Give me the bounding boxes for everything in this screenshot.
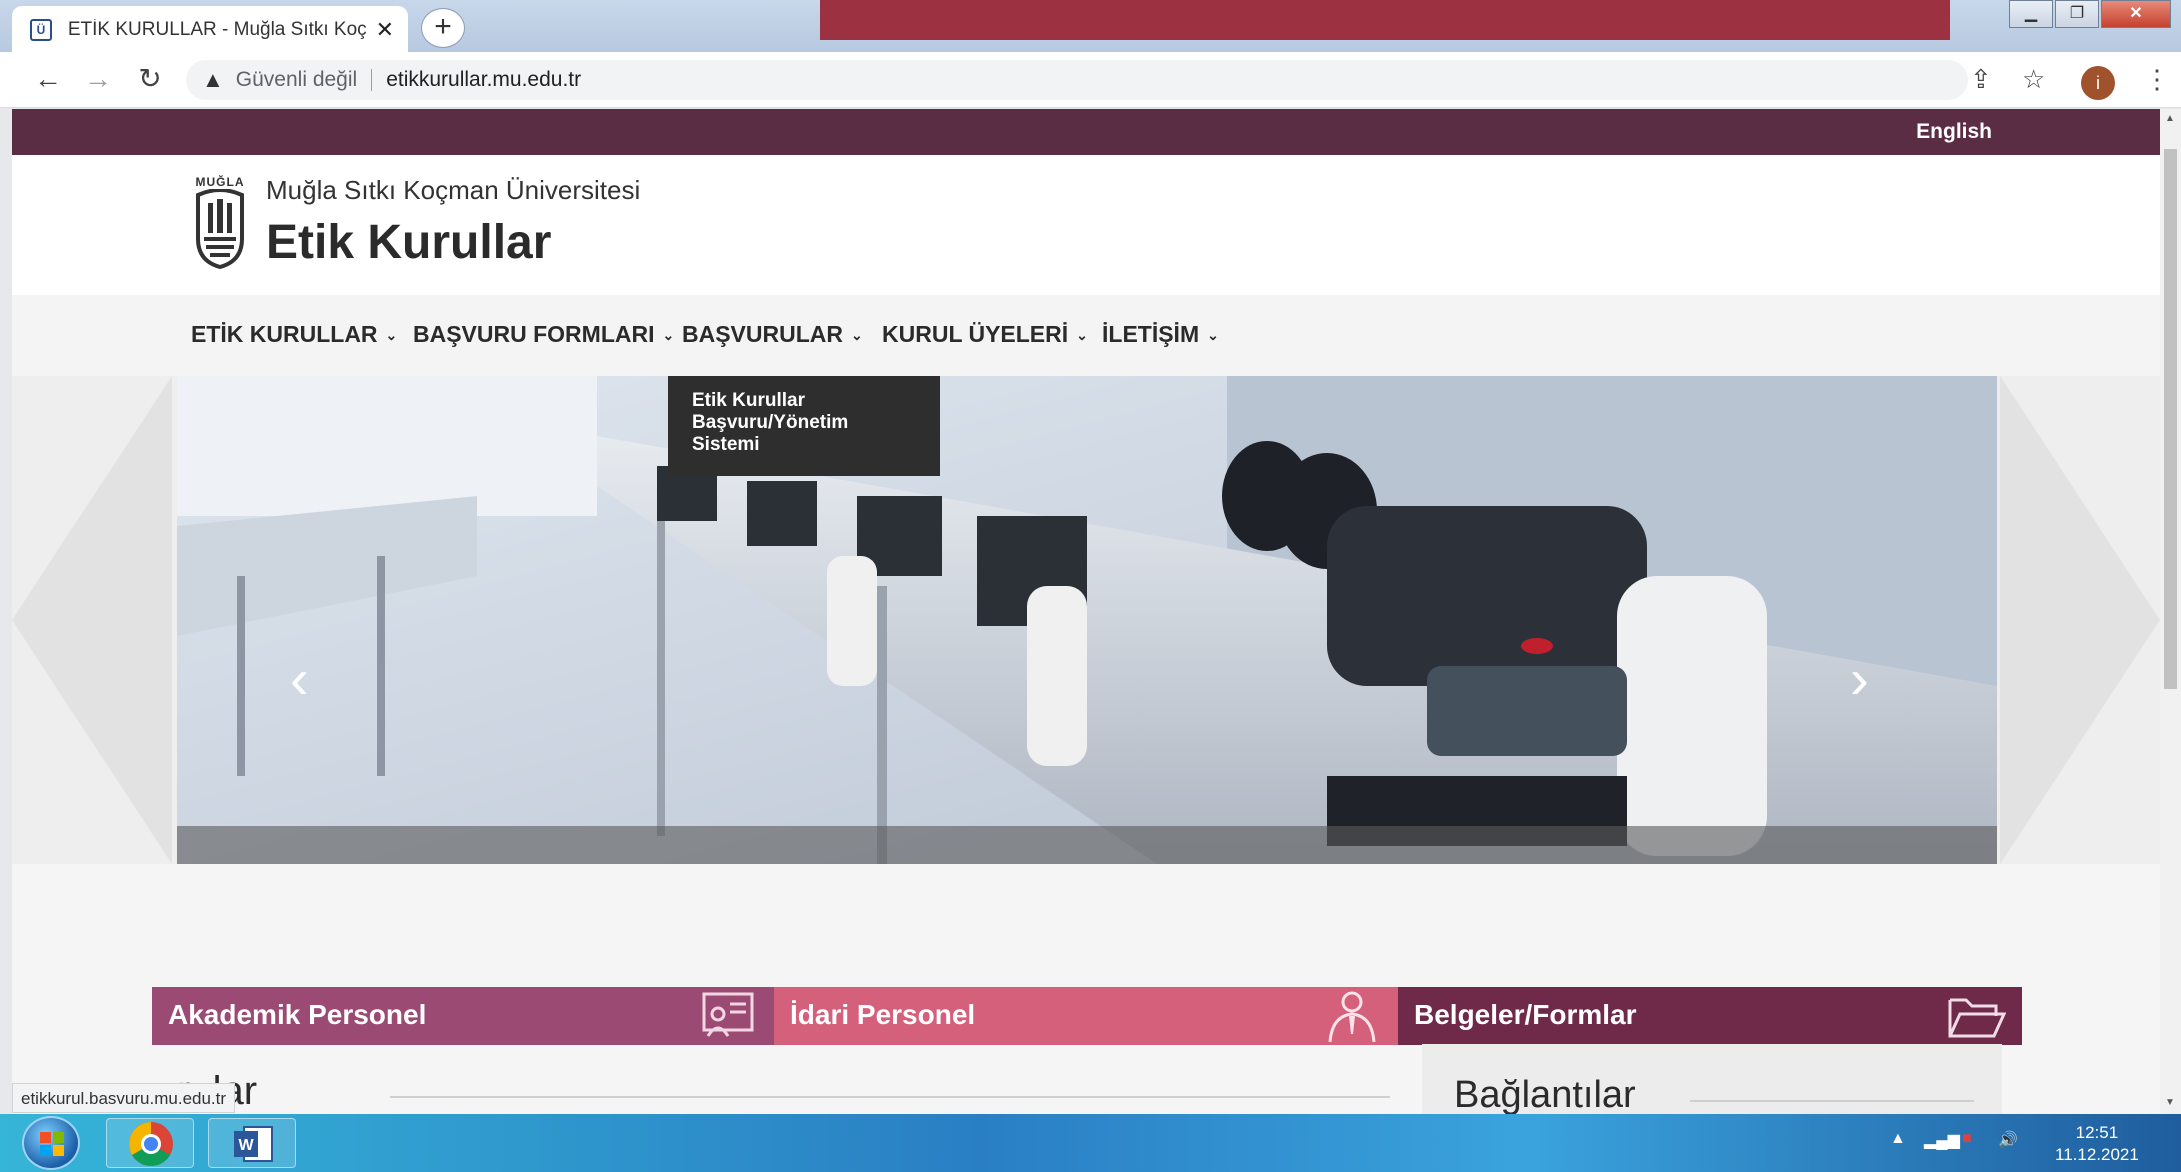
quicklink-label: Belgeler/Formlar xyxy=(1414,999,1637,1030)
scroll-down-icon[interactable]: ▼ xyxy=(2165,1097,2175,1108)
logo-text: MUĞLA xyxy=(195,175,245,189)
heading-divider xyxy=(390,1096,1390,1098)
profile-avatar[interactable]: i xyxy=(2081,66,2115,100)
site-title[interactable]: Etik Kurullar xyxy=(266,215,551,270)
chevron-down-icon: ⌄ xyxy=(1076,327,1088,344)
page-viewport: English MUĞLA Muğla Sıtkı Koçman Ünivers… xyxy=(12,109,2160,1114)
scroll-up-icon[interactable]: ▲ xyxy=(2165,113,2175,124)
microscope-lab-image xyxy=(177,376,1997,864)
nav-label: BAŞVURU FORMLARI xyxy=(413,321,655,347)
slider-prev-shape xyxy=(12,376,172,864)
sidebar-title: Bağlantılar xyxy=(1454,1074,1636,1114)
browser-tab[interactable]: Ü ETİK KURULLAR - Muğla Sıtkı Koç ✕ xyxy=(12,6,408,54)
menu-kebab-icon[interactable]: ⋮ xyxy=(2144,64,2170,95)
nav-etik-kurullar[interactable]: ETİK KURULLAR ⌄ xyxy=(191,321,397,348)
sidebar-divider xyxy=(1690,1100,1974,1102)
reload-icon[interactable]: ↻ xyxy=(132,62,168,98)
nav-kurul-uyeleri[interactable]: KURUL ÜYELERİ ⌄ xyxy=(882,321,1088,348)
quicklink-label: Akademik Personel xyxy=(168,999,427,1030)
slide-image xyxy=(177,376,1997,864)
back-arrow-icon[interactable]: ← xyxy=(30,62,66,98)
idari-personel-link[interactable]: İdari Personel xyxy=(774,987,1398,1045)
forward-arrow-icon[interactable]: → xyxy=(80,62,116,98)
chevron-down-icon: ⌄ xyxy=(385,327,398,344)
nav-label: KURUL ÜYELERİ xyxy=(882,321,1069,347)
word-taskbar-button[interactable]: W xyxy=(208,1118,296,1168)
network-signal-icon[interactable]: ▂▄▆ xyxy=(1924,1130,1960,1150)
volume-icon[interactable]: 🔊 xyxy=(1998,1130,2018,1150)
clock-time: 12:51 xyxy=(2075,1123,2119,1142)
new-tab-button[interactable]: + xyxy=(421,8,465,48)
tab-title: ETİK KURULLAR - Muğla Sıtkı Koç xyxy=(67,19,366,40)
warning-icon: ▲ xyxy=(202,67,224,92)
chevron-down-icon: ⌄ xyxy=(662,327,675,344)
start-button[interactable] xyxy=(22,1116,80,1170)
scrollbar-thumb[interactable] xyxy=(2164,149,2177,689)
address-bar[interactable]: ▲ Güvenli değil etikkurullar.mu.edu.tr xyxy=(186,60,1968,100)
address-separator xyxy=(371,69,373,91)
windows-logo-icon xyxy=(40,1132,64,1156)
nav-iletisim[interactable]: İLETİŞİM ⌄ xyxy=(1102,321,1219,348)
site-favicon-icon: Ü xyxy=(30,19,52,41)
title-band xyxy=(820,0,1950,40)
bookmark-star-icon[interactable]: ☆ xyxy=(2022,64,2045,95)
security-label: Güvenli değil xyxy=(235,68,358,91)
links-sidebar: Bağlantılar xyxy=(1422,1044,2002,1114)
main-navigation: ETİK KURULLAR ⌄ BAŞVURU FORMLARI ⌄ BAŞVURU… xyxy=(12,295,2160,376)
chevron-down-icon: ⌄ xyxy=(851,327,863,344)
english-link[interactable]: English xyxy=(1916,120,1992,144)
clock-date: 11.12.2021 xyxy=(2055,1145,2139,1164)
word-icon: W xyxy=(234,1126,273,1162)
dropdown-menu: Etik Kurullar Başvuru/Yönetim Sistemi xyxy=(668,376,940,476)
window-controls: ▁ ❐ ✕ xyxy=(2007,0,2171,28)
url-text: etikkurullar.mu.edu.tr xyxy=(386,68,582,91)
minimize-button[interactable]: ▁ xyxy=(2009,0,2053,28)
chevron-down-icon: ⌄ xyxy=(1207,327,1219,344)
slider-next-button[interactable]: › xyxy=(1850,646,1869,711)
slider-prev-button[interactable]: ‹ xyxy=(290,646,309,711)
language-bar: English xyxy=(12,109,2160,155)
page-scrollbar[interactable]: ▲ ▼ xyxy=(2160,109,2181,1114)
logo-emblem-icon xyxy=(196,188,244,270)
slider-next-shape xyxy=(2000,376,2160,864)
nav-basvuru-formlari[interactable]: BAŞVURU FORMLARI ⌄ xyxy=(413,321,674,348)
akademik-personel-link[interactable]: Akademik Personel xyxy=(152,987,774,1045)
nav-label: ETİK KURULLAR xyxy=(191,321,378,347)
university-name[interactable]: Muğla Sıtkı Koçman Üniversitesi xyxy=(266,175,640,206)
tray-expand-icon[interactable]: ▲ xyxy=(1890,1130,1906,1148)
university-logo[interactable]: MUĞLA xyxy=(190,175,250,271)
person-tie-icon xyxy=(1328,991,1376,1042)
battery-alert-icon[interactable]: ■ xyxy=(1962,1130,1972,1148)
dropdown-item-basvuru-sistemi[interactable]: Etik Kurullar Başvuru/Yönetim Sistemi xyxy=(692,390,916,456)
svg-text:W: W xyxy=(238,1137,254,1154)
chrome-icon xyxy=(129,1122,173,1166)
close-window-button[interactable]: ✕ xyxy=(2101,0,2171,28)
quicklink-label: İdari Personel xyxy=(790,999,976,1030)
site-header: MUĞLA Muğla Sıtkı Koçman Üniversitesi Et… xyxy=(12,155,2160,295)
belgeler-formlar-link[interactable]: Belgeler/Formlar xyxy=(1398,987,2022,1045)
window-titlebar: Ü ETİK KURULLAR - Muğla Sıtkı Koç ✕ + ▁ … xyxy=(0,0,2181,54)
browser-toolbar: ← → ↻ ▲ Güvenli değil etikkurullar.mu.ed… xyxy=(0,52,2181,108)
nav-label: BAŞVURULAR xyxy=(682,321,843,347)
quick-links: Akademik Personel İdari Personel Belgele… xyxy=(152,987,2022,1045)
nav-label: İLETİŞİM xyxy=(1102,321,1200,347)
link-status-tooltip: etikkurul.basvuru.mu.edu.tr xyxy=(12,1083,236,1113)
close-tab-icon[interactable]: ✕ xyxy=(376,17,394,43)
hero-slider: ‹ › xyxy=(12,376,2160,864)
chrome-taskbar-button[interactable] xyxy=(106,1118,194,1168)
folder-open-icon xyxy=(1948,998,2006,1038)
presentation-icon xyxy=(702,992,754,1037)
restore-button[interactable]: ❐ xyxy=(2055,0,2099,28)
system-clock[interactable]: 12:51 11.12.2021 xyxy=(2055,1122,2139,1166)
nav-basvurular[interactable]: BAŞVURULAR ⌄ xyxy=(682,321,863,348)
windows-taskbar: W ▲ ▂▄▆ ■ 🔊 12:51 11.12.2021 xyxy=(0,1114,2181,1172)
share-icon[interactable]: ⇪ xyxy=(1970,64,1992,95)
